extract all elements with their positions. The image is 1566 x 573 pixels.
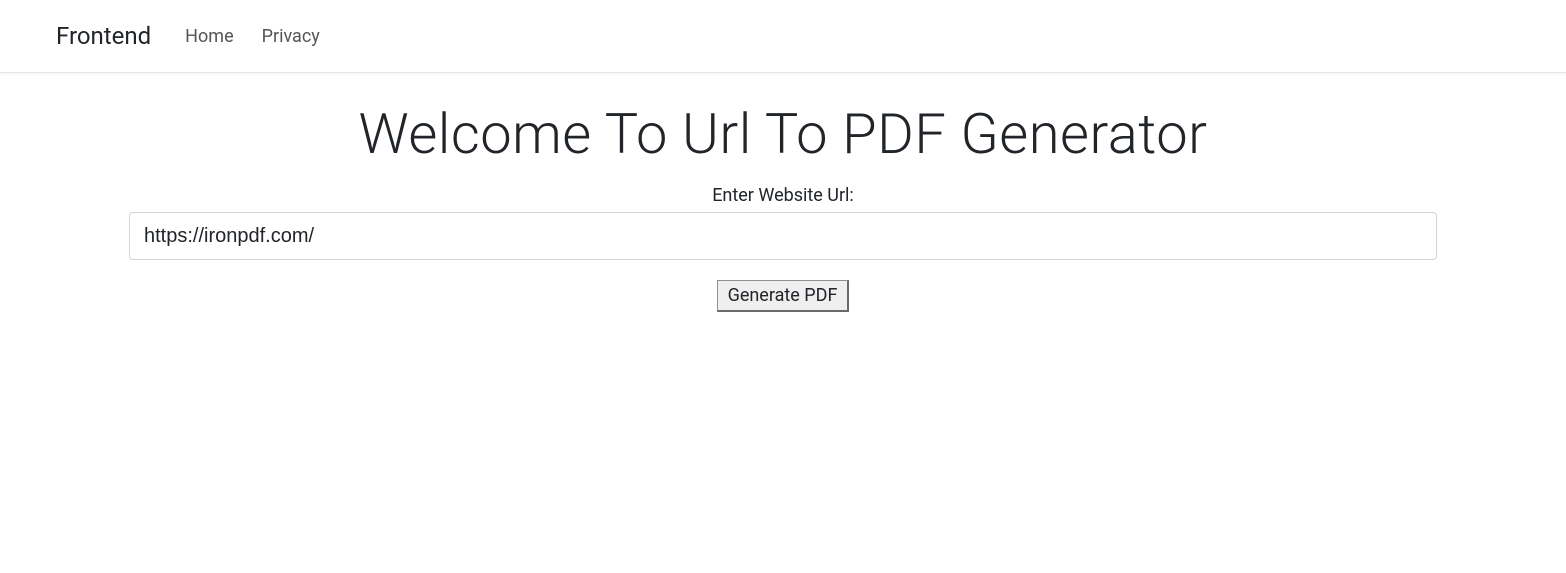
navbar-inner: Frontend Home Privacy [0,8,324,64]
button-row: Generate PDF [129,280,1437,312]
page-title: Welcome To Url To PDF Generator [129,101,1437,167]
generate-pdf-button[interactable]: Generate PDF [717,280,850,312]
nav-link-home[interactable]: Home [181,26,237,47]
url-label: Enter Website Url: [129,185,1437,206]
url-input[interactable] [129,212,1437,260]
navbar: Frontend Home Privacy [0,0,1566,73]
navbar-brand[interactable]: Frontend [56,22,151,50]
nav-link-privacy[interactable]: Privacy [258,26,324,47]
main-container: Welcome To Url To PDF Generator Enter We… [73,101,1493,312]
